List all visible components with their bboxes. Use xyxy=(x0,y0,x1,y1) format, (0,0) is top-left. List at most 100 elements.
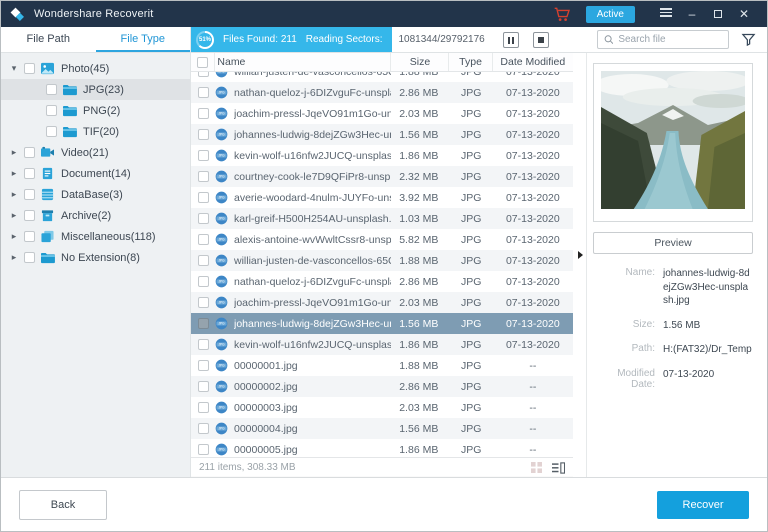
header-name[interactable]: Name xyxy=(215,53,391,71)
table-row[interactable]: JPG 00000002.jpg 2.86 MB JPG -- xyxy=(191,376,573,397)
tree-expand-arrow-icon[interactable]: ▸ xyxy=(9,147,19,158)
row-date: -- xyxy=(493,402,573,414)
sidebar-item-archive[interactable]: ▸ Archive(2) xyxy=(1,205,190,226)
row-checkbox[interactable] xyxy=(198,108,209,119)
table-row[interactable]: JPG courtney-cook-le7D9QFiPr8-unsplas...… xyxy=(191,166,573,187)
cart-icon[interactable] xyxy=(553,7,570,22)
row-type: JPG xyxy=(450,318,493,330)
sidebar-item-jpg[interactable]: JPG(23) xyxy=(1,79,190,100)
tree-checkbox[interactable] xyxy=(46,105,57,116)
pause-scan-button[interactable] xyxy=(503,32,519,48)
row-size: 3.92 MB xyxy=(391,192,449,204)
row-date: 07-13-2020 xyxy=(493,171,573,183)
table-row[interactable]: JPG joachim-pressl-JqeVO91m1Go-unspl... … xyxy=(191,103,573,124)
header-type[interactable]: Type xyxy=(449,53,492,71)
table-row[interactable]: JPG alexis-antoine-wvWwltCssr8-unsplas..… xyxy=(191,229,573,250)
row-checkbox[interactable] xyxy=(198,297,209,308)
row-checkbox[interactable] xyxy=(198,339,209,350)
tree-checkbox[interactable] xyxy=(24,189,35,200)
maximize-icon[interactable] xyxy=(705,7,731,21)
jpg-file-icon: JPG xyxy=(215,149,234,162)
sidebar-item-tif[interactable]: TIF(20) xyxy=(1,121,190,142)
tree-checkbox[interactable] xyxy=(24,147,35,158)
collapse-panel-arrow-icon[interactable] xyxy=(578,251,583,259)
table-row[interactable]: JPG nathan-queloz-j-6DIZvguFc-unsplash..… xyxy=(191,271,573,292)
row-checkbox[interactable] xyxy=(198,72,209,77)
tree-expand-arrow-icon[interactable]: ▸ xyxy=(9,210,19,221)
tree-expand-arrow-icon[interactable]: ▸ xyxy=(9,189,19,200)
tree-expand-arrow-icon[interactable]: ▸ xyxy=(9,231,19,242)
recover-button[interactable]: Recover xyxy=(657,491,749,519)
menu-icon[interactable] xyxy=(653,6,679,22)
active-license-badge[interactable]: Active xyxy=(586,6,635,23)
row-size: 1.03 MB xyxy=(391,213,449,225)
row-checkbox[interactable] xyxy=(198,150,209,161)
row-checkbox[interactable] xyxy=(198,129,209,140)
tree-checkbox[interactable] xyxy=(46,126,57,137)
tree-checkbox[interactable] xyxy=(24,231,35,242)
preview-button[interactable]: Preview xyxy=(593,232,753,254)
search-input[interactable] xyxy=(618,34,721,45)
tab-file-path[interactable]: File Path xyxy=(1,27,96,52)
row-type: JPG xyxy=(450,444,493,456)
table-row[interactable]: JPG averie-woodard-4nulm-JUYFo-unspla...… xyxy=(191,187,573,208)
sidebar-item-photo[interactable]: ▾ Photo(45) xyxy=(1,58,190,79)
table-row[interactable]: JPG 00000001.jpg 1.88 MB JPG -- xyxy=(191,355,573,376)
list-view-icon[interactable] xyxy=(552,462,565,474)
table-row[interactable]: JPG 00000005.jpg 1.86 MB JPG -- xyxy=(191,439,573,457)
thumbnail-view-icon[interactable] xyxy=(531,462,542,473)
back-button[interactable]: Back xyxy=(19,490,107,520)
tree-checkbox[interactable] xyxy=(24,252,35,263)
filter-icon[interactable] xyxy=(741,32,756,47)
table-row[interactable]: JPG kevin-wolf-u16nfw2JUCQ-unsplash.jpg … xyxy=(191,145,573,166)
table-row[interactable]: JPG 00000004.jpg 1.56 MB JPG -- xyxy=(191,418,573,439)
sidebar-item-document[interactable]: ▸ Document(14) xyxy=(1,163,190,184)
minimize-icon[interactable]: – xyxy=(679,7,705,21)
tab-file-type[interactable]: File Type xyxy=(96,27,191,52)
table-row[interactable]: JPG johannes-ludwig-8dejZGw3Hec-unsp... … xyxy=(191,313,573,334)
tree-expand-arrow-icon[interactable]: ▾ xyxy=(9,63,19,74)
jpg-file-icon: JPG xyxy=(215,359,234,372)
row-checkbox[interactable] xyxy=(198,255,209,266)
table-row[interactable]: JPG karl-greif-H500H254AU-unsplash.jpg 1… xyxy=(191,208,573,229)
tree-expand-arrow-icon[interactable]: ▸ xyxy=(9,252,19,263)
table-row[interactable]: JPG willian-justen-de-vasconcellos-65Ga.… xyxy=(191,72,573,82)
row-checkbox[interactable] xyxy=(198,423,209,434)
row-checkbox[interactable] xyxy=(198,444,209,455)
row-checkbox[interactable] xyxy=(198,402,209,413)
tree-expand-arrow-icon[interactable]: ▸ xyxy=(9,168,19,179)
sidebar-item-video[interactable]: ▸ Video(21) xyxy=(1,142,190,163)
table-row[interactable]: JPG kevin-wolf-u16nfw2JUCQ-unsplash.jpg … xyxy=(191,334,573,355)
row-checkbox[interactable] xyxy=(198,192,209,203)
table-row[interactable]: JPG joachim-pressl-JqeVO91m1Go-unspl... … xyxy=(191,292,573,313)
row-name: courtney-cook-le7D9QFiPr8-unsplas... xyxy=(234,171,391,183)
row-checkbox[interactable] xyxy=(198,381,209,392)
row-checkbox[interactable] xyxy=(198,213,209,224)
sidebar-item-no-extension[interactable]: ▸ No Extension(8) xyxy=(1,247,190,268)
tree-checkbox[interactable] xyxy=(24,210,35,221)
table-row[interactable]: JPG 00000003.jpg 2.03 MB JPG -- xyxy=(191,397,573,418)
sidebar-item-png[interactable]: PNG(2) xyxy=(1,100,190,121)
table-row[interactable]: JPG willian-justen-de-vasconcellos-65Ga.… xyxy=(191,250,573,271)
row-type: JPG xyxy=(450,150,493,162)
row-checkbox[interactable] xyxy=(198,171,209,182)
row-checkbox[interactable] xyxy=(198,318,209,329)
tree-checkbox[interactable] xyxy=(24,63,35,74)
tree-checkbox[interactable] xyxy=(24,168,35,179)
row-checkbox[interactable] xyxy=(198,87,209,98)
table-row[interactable]: JPG johannes-ludwig-8dejZGw3Hec-unsp... … xyxy=(191,124,573,145)
header-date-modified[interactable]: Date Modified xyxy=(493,53,573,71)
row-checkbox[interactable] xyxy=(198,234,209,245)
sidebar-item-miscellaneous[interactable]: ▸ Miscellaneous(118) xyxy=(1,226,190,247)
row-checkbox[interactable] xyxy=(198,276,209,287)
close-icon[interactable]: ✕ xyxy=(731,7,757,21)
sidebar-item-database[interactable]: ▸ DataBase(3) xyxy=(1,184,190,205)
tree-checkbox[interactable] xyxy=(46,84,57,95)
stop-scan-button[interactable] xyxy=(533,32,549,48)
row-type: JPG xyxy=(450,87,493,99)
select-all-checkbox[interactable] xyxy=(197,57,208,68)
table-row[interactable]: JPG nathan-queloz-j-6DIZvguFc-unsplash..… xyxy=(191,82,573,103)
row-checkbox[interactable] xyxy=(198,360,209,371)
header-size[interactable]: Size xyxy=(391,53,449,71)
search-box[interactable] xyxy=(597,30,729,49)
